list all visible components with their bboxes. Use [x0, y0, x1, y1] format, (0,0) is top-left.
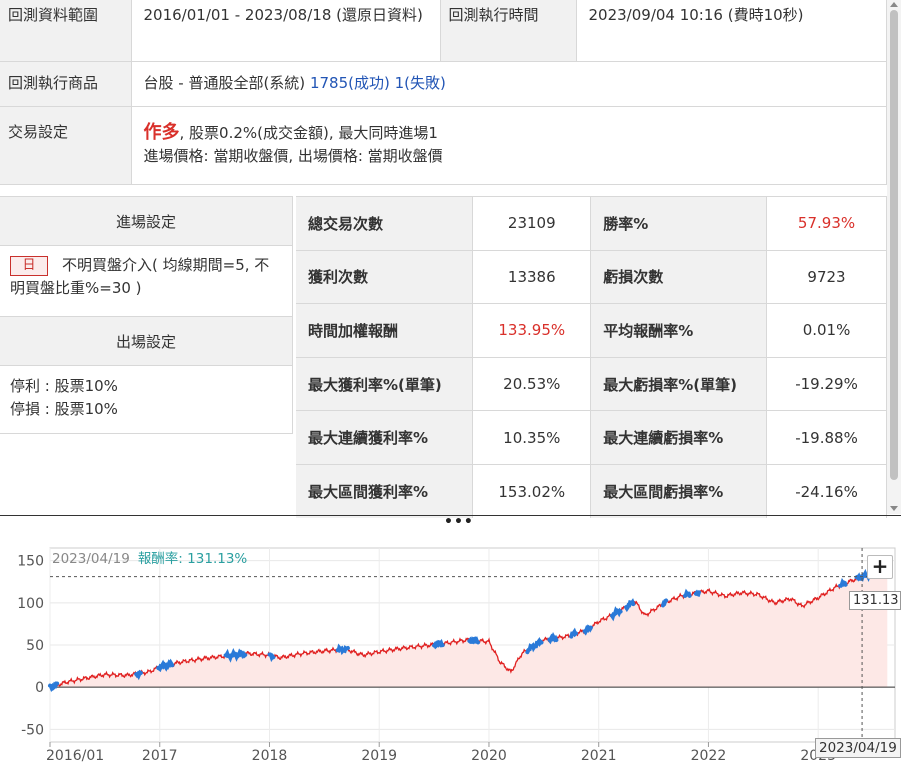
highlight-segment — [223, 647, 248, 663]
stats-label: 最大區間虧損率% — [590, 463, 768, 519]
stats-row: 總交易次數 23109 勝率% 57.93% — [296, 196, 887, 251]
stats-value: 0.01% — [766, 303, 887, 358]
stats-value: 133.95% — [472, 303, 592, 358]
daily-badge: 日 — [10, 256, 48, 276]
backtest-info-table: 回測資料範圍 2016/01/01 - 2023/08/18 (還原日資料) 回… — [0, 0, 887, 185]
stats-value: -19.29% — [766, 356, 887, 411]
stats-label: 平均報酬率% — [590, 303, 768, 358]
stats-label: 最大連續虧損率% — [590, 410, 768, 465]
stats-label: 時間加權報酬 — [296, 303, 474, 358]
drag-handle-icon[interactable]: ••• — [444, 515, 474, 529]
exec-time-label: 回測執行時間 — [440, 0, 577, 62]
x-tick-label: 2017 — [142, 748, 178, 764]
exit-settings-title: 出場設定 — [0, 316, 293, 366]
chart-legend: 2023/04/19 報酬率: 131.13% — [52, 549, 247, 569]
stats-label: 總交易次數 — [296, 196, 474, 251]
range-value: 2016/01/01 - 2023/08/18 (還原日資料) — [131, 0, 441, 62]
highlight-segment — [432, 638, 445, 650]
settings-panel: 進場設定 日不明買盤介入( 均線期間=5, 不明買盤比重%=30 ) 出場設定 … — [0, 196, 293, 434]
y-tick-label: 0 — [35, 680, 44, 696]
vertical-scrollbar[interactable] — [887, 0, 901, 514]
zoom-in-button[interactable]: + — [867, 555, 893, 579]
highlight-segment — [838, 577, 848, 588]
exit-settings-body: 停利 : 股票10% 停損 : 股票10% — [0, 366, 293, 434]
y-tick-label: 100 — [17, 596, 44, 612]
product-fail-link[interactable]: 1(失敗) — [395, 74, 446, 92]
stats-table: 總交易次數 23109 勝率% 57.93% 獲利次數 13386 虧損次數 9723 時間加權… — [296, 196, 887, 519]
highlight-segment — [48, 681, 60, 693]
y-tick-label: 50 — [26, 638, 44, 654]
product-success-link[interactable]: 1785(成功) — [310, 74, 390, 92]
highlight-segment — [693, 589, 701, 598]
highlight-segment — [582, 624, 593, 636]
trade-fee: , 股票0.2%(成交金額), 最大同時進場1 — [179, 123, 438, 142]
highlight-segment — [267, 652, 276, 663]
stats-row: 最大連續獲利率% 10.35% 最大連續虧損率% -19.88% — [296, 410, 887, 465]
highlight-segment — [547, 632, 559, 645]
stats-row: 最大獲利率%(單筆) 20.53% 最大虧損率%(單筆) -19.29% — [296, 356, 887, 411]
scroll-down-icon[interactable] — [890, 506, 898, 511]
stats-label: 虧損次數 — [590, 249, 768, 304]
product-name: 台股 - 普通股全部(系統) — [143, 73, 306, 92]
stats-value: -19.88% — [766, 410, 887, 465]
pane-splitter[interactable]: ••• — [0, 515, 901, 529]
entry-settings-body: 日不明買盤介入( 均線期間=5, 不明買盤比重%=30 ) — [0, 246, 293, 316]
entry-condition-text: 不明買盤介入( 均線期間=5, 不明買盤比重%=30 ) — [10, 256, 270, 297]
stats-label: 最大連續獲利率% — [296, 410, 474, 465]
stats-label: 最大獲利率%(單筆) — [296, 356, 474, 411]
trade-value: 作多, 股票0.2%(成交金額), 最大同時進場1 進場價格: 當期收盤價, 出… — [131, 106, 887, 185]
stats-label: 獲利次數 — [296, 249, 474, 304]
legend-value: 131.13% — [187, 551, 248, 567]
stats-label: 最大區間獲利率% — [296, 463, 474, 519]
scroll-up-icon[interactable] — [890, 2, 898, 7]
stats-value: 153.02% — [472, 463, 592, 519]
stats-value: -24.16% — [766, 463, 887, 519]
highlight-segment — [134, 669, 143, 681]
y-tick-label: -50 — [21, 722, 44, 738]
trade-direction: 作多 — [143, 121, 180, 143]
x-tick-label: 2020 — [471, 748, 507, 764]
stats-value: 9723 — [766, 249, 887, 304]
exit-stop-loss: 停損 : 股票10% — [10, 400, 118, 418]
stats-value: 23109 — [472, 196, 592, 251]
highlight-segment — [569, 627, 578, 639]
range-label: 回測資料範圍 — [0, 0, 132, 62]
product-value: 台股 - 普通股全部(系統) 1785(成功) 1(失敗) — [131, 61, 887, 107]
stats-value: 20.53% — [472, 356, 592, 411]
exit-take-profit: 停利 : 股票10% — [10, 377, 118, 395]
x-tick-label: 2021 — [581, 748, 617, 764]
x-tick-label: 2018 — [252, 748, 288, 764]
cursor-date-badge: 2023/04/19 — [815, 738, 901, 758]
stats-row: 最大區間獲利率% 153.02% 最大區間虧損率% -24.16% — [296, 463, 887, 519]
highlight-segment — [335, 643, 350, 656]
legend-label: 報酬率: 131.13% — [137, 551, 248, 567]
x-tick-label: 2016/01 — [46, 748, 104, 764]
stats-label: 勝率% — [590, 196, 768, 251]
stats-row: 獲利次數 13386 虧損次數 9723 — [296, 249, 887, 304]
x-tick-label: 2022 — [691, 748, 727, 764]
legend-date: 2023/04/19 — [52, 551, 130, 567]
trade-prices: 進場價格: 當期收盤價, 出場價格: 當期收盤價 — [143, 146, 443, 165]
stats-label: 最大虧損率%(單筆) — [590, 356, 768, 411]
trade-label: 交易設定 — [0, 106, 132, 185]
last-value-badge: 131.13 — [849, 591, 901, 610]
stats-value: 10.35% — [472, 410, 592, 465]
product-label: 回測執行商品 — [0, 61, 132, 107]
highlight-segment — [682, 588, 692, 598]
highlight-segment — [467, 636, 480, 645]
y-tick-label: 150 — [17, 554, 44, 570]
stats-value: 57.93% — [766, 196, 887, 251]
stats-value: 13386 — [472, 249, 592, 304]
scroll-thumb[interactable] — [890, 10, 898, 480]
entry-settings-title: 進場設定 — [0, 196, 293, 246]
highlight-segment — [661, 598, 669, 608]
stats-row: 時間加權報酬 133.95% 平均報酬率% 0.01% — [296, 303, 887, 358]
x-tick-label: 2019 — [361, 748, 397, 764]
exec-time-value: 2023/09/04 10:16 (費時10秒) — [576, 0, 887, 62]
